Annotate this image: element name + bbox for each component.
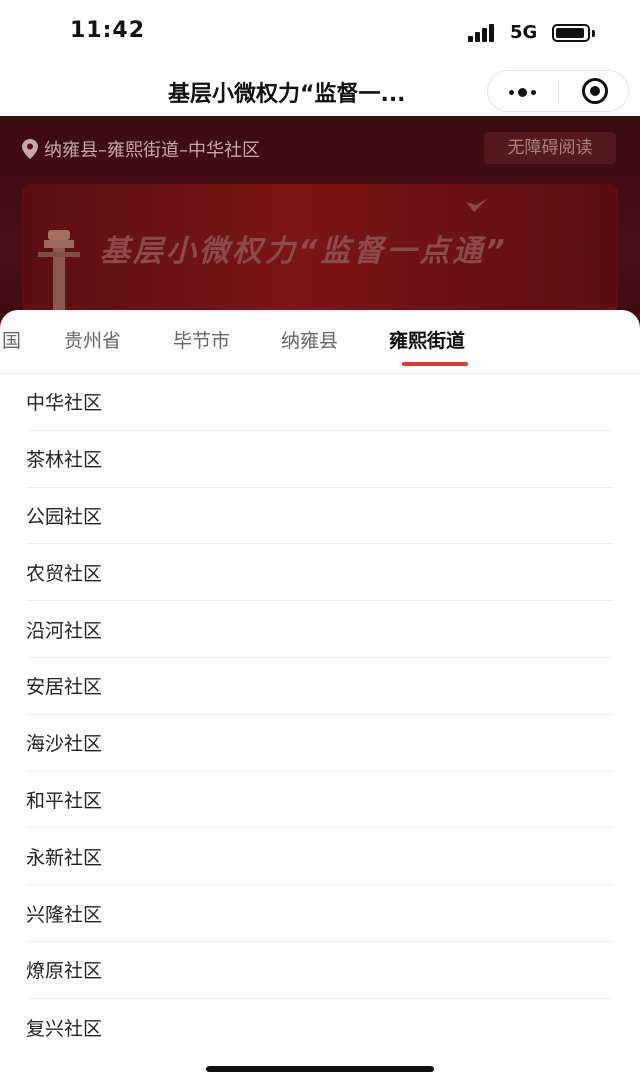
list-item[interactable]: 海沙社区 (26, 715, 614, 772)
list-item[interactable]: 中华社区 (26, 374, 614, 431)
location-text: 纳雍县–雍熙街道–中华社区 (44, 140, 260, 161)
list-item[interactable]: 农贸社区 (26, 544, 614, 602)
picker-tabs: 国 贵州省 毕节市 纳雍县 雍熙街道 (0, 310, 640, 374)
area-picker-sheet: 国 贵州省 毕节市 纳雍县 雍熙街道 中华社区 茶林社区 公园社区 农贸社区 沿… (0, 310, 640, 1086)
tab-city[interactable]: 毕节市 (173, 326, 230, 353)
more-dots-icon[interactable] (488, 71, 558, 111)
battery-icon (552, 24, 590, 42)
list-item[interactable]: 茶林社区 (26, 431, 614, 488)
tabs-edge (568, 366, 640, 367)
tab-street[interactable]: 雍熙街道 (389, 326, 465, 353)
list-item[interactable]: 永新社区 (26, 828, 614, 886)
status-bar: 11:42 5G (0, 0, 640, 66)
list-item[interactable]: 安居社区 (26, 658, 614, 715)
status-time: 11:42 (70, 18, 146, 43)
battery-tip (592, 30, 595, 37)
page-background: 纳雍县–雍熙街道–中华社区 无障碍阅读 基层小微权力“监督一点通” (0, 116, 640, 336)
nav-bar: 基层小微权力“监督一... (0, 66, 640, 116)
page-title: 基层小微权力“监督一... (168, 82, 406, 107)
location-pin-icon (22, 139, 38, 159)
list-item[interactable]: 复兴社区 (26, 999, 614, 1056)
close-target-icon[interactable] (559, 71, 629, 111)
list-item[interactable]: 沿河社区 (26, 601, 614, 658)
banner-title: 基层小微权力“监督一点通” (100, 234, 508, 269)
network-label: 5G (510, 22, 538, 43)
accessibility-button[interactable]: 无障碍阅读 (484, 132, 616, 164)
list-item[interactable]: 公园社区 (26, 488, 614, 545)
tab-county[interactable]: 纳雍县 (281, 326, 338, 353)
community-list: 中华社区 茶林社区 公园社区 农贸社区 沿河社区 安居社区 海沙社区 和平社区 … (26, 374, 614, 1056)
tab-province[interactable]: 贵州省 (64, 326, 121, 353)
home-indicator[interactable] (206, 1066, 434, 1072)
signal-icon (468, 24, 502, 42)
location-row[interactable]: 纳雍县–雍熙街道–中华社区 (22, 136, 260, 162)
list-item[interactable]: 和平社区 (26, 772, 614, 829)
tab-country[interactable]: 国 (2, 326, 21, 353)
list-item[interactable]: 燎原社区 (26, 942, 614, 999)
capsule-menu (487, 70, 629, 112)
list-item[interactable]: 兴隆社区 (26, 885, 614, 942)
bird-icon (466, 198, 488, 212)
active-tab-indicator (402, 362, 468, 366)
